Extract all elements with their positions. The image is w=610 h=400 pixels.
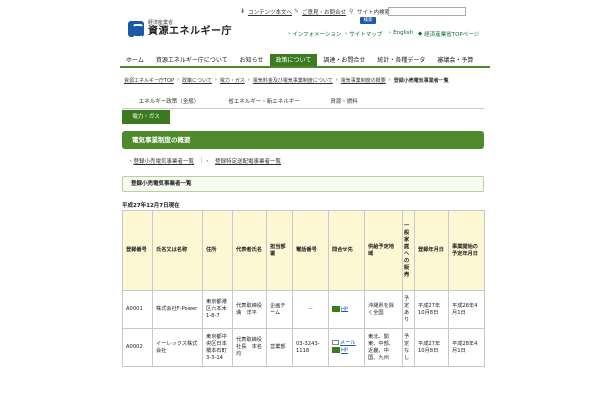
cell-household: 予定あり: [402, 290, 415, 329]
down-arrow-icon: ⬇: [240, 8, 246, 15]
mail-icon: [332, 340, 339, 346]
cell-area: 東北、関東、中部、近畿、中国、九州: [364, 328, 403, 367]
section-links: ・ 登録小売電気事業者一覧 ｜・ 登録特定送配電事業者一覧: [128, 157, 282, 165]
column-header: 電話番号: [292, 210, 329, 291]
cell-contact: メール HP: [328, 328, 365, 367]
section-title: 電気事業制度の概要: [122, 131, 484, 149]
cell-representative: 代表取締役 満 洋平: [232, 290, 267, 329]
nav-about[interactable]: 資源エネルギー庁について: [150, 54, 234, 66]
site-header: 経済産業省 資源エネルギー庁 ⬇ コンテンツ本文へ ✎ ご意見・お問合せ ⚲ サ…: [0, 0, 610, 50]
subnav-information[interactable]: › インフォメーション: [288, 30, 341, 38]
cell-phone: 03-3243-1118: [292, 328, 329, 367]
cell-address: 東京都中央区日本橋本石町3-3-14: [202, 328, 233, 367]
tab-energy-policy[interactable]: エネルギー政策（全般）: [126, 96, 212, 108]
meti-logo-icon: ◆: [418, 31, 423, 37]
nav-policy[interactable]: 政策について: [269, 54, 318, 66]
cell-reg-no: A0001: [122, 290, 153, 329]
breadcrumb-item[interactable]: 電気事業制度の概要: [341, 77, 386, 84]
breadcrumb: 資源エネルギー庁TOP › 政策について › 電力・ガス › 電気料金及び電気事業制度…: [124, 77, 449, 84]
link-retail-registry[interactable]: 登録小売電気事業者一覧: [134, 157, 195, 165]
registry-table: 登録番号 氏名又は名称 住所 代表者氏名 担当部署 電話番号 問合せ先 供給予定…: [122, 210, 485, 367]
column-header: 問合せ先: [328, 210, 365, 291]
tab-resources-fuel[interactable]: 資源・燃料: [318, 96, 370, 108]
tab-electricity-gas[interactable]: 電力・ガス: [122, 110, 170, 124]
column-header: 担当部署: [266, 210, 293, 291]
nav-home[interactable]: ホーム: [120, 54, 150, 66]
cell-address: 東京都港区六本木1-8-7: [202, 290, 233, 329]
as-of-date: 平成27年12月7日現在: [122, 203, 180, 209]
nav-statistics[interactable]: 統計・各種データ: [371, 54, 431, 66]
table-header-row: 登録番号 氏名又は名称 住所 代表者氏名 担当部署 電話番号 問合せ先 供給予定…: [122, 210, 485, 291]
column-header: 住所: [202, 210, 233, 291]
homepage-icon: [332, 305, 340, 312]
search-icon: ⚲: [349, 8, 354, 15]
table-row: A0002 イーレックス株式会社 東京都中央区日本橋本石町3-3-14 代表取締…: [122, 328, 485, 367]
logo-title: 資源エネルギー庁: [148, 26, 232, 37]
cell-reg-date: 平成27年10月8日: [414, 328, 449, 367]
table-row: A0001 株式会社F-Power 東京都港区六本木1-8-7 代表取締役 満 …: [122, 290, 485, 329]
column-header: 供給予定地域: [364, 210, 403, 291]
cell-department: 企画チーム: [266, 290, 293, 329]
homepage-link[interactable]: HP: [332, 347, 348, 355]
cell-name: 株式会社F-Power: [152, 290, 203, 329]
subnav-meti-top[interactable]: ◆ 経済産業省TOPページ: [418, 30, 479, 38]
subnav-english[interactable]: › English: [389, 30, 413, 36]
cell-contact: HP: [328, 290, 365, 329]
column-header: 氏名又は名称: [152, 210, 203, 291]
breadcrumb-item[interactable]: 資源エネルギー庁TOP: [124, 77, 174, 84]
cell-start-date: 平成28年4月1日: [448, 328, 485, 367]
search-input[interactable]: [388, 7, 466, 16]
category-tabs: エネルギー政策（全般） 省エネルギー・新エネルギー 資源・燃料 電力・ガス: [122, 96, 484, 126]
breadcrumb-item[interactable]: 電力・ガス: [220, 77, 245, 84]
nav-procurement[interactable]: 調達・お問合せ: [317, 54, 371, 66]
cell-department: 営業部: [266, 328, 293, 367]
breadcrumb-item[interactable]: 電気料金及び電気事業制度について: [253, 77, 333, 84]
column-header: 代表者氏名: [232, 210, 267, 291]
column-header: 一般家庭への販売: [402, 210, 415, 291]
breadcrumb-current: 登録小売電気事業者一覧: [393, 78, 449, 84]
opinion-link[interactable]: ✎ ご意見・お問合せ: [294, 8, 346, 17]
agency-logo-icon: [128, 21, 144, 38]
nav-council[interactable]: 審議会・予算: [431, 54, 479, 66]
site-logo[interactable]: 経済産業省 資源エネルギー庁: [128, 20, 232, 38]
site-search-label: ⚲ サイト内検索: [349, 8, 391, 17]
cell-representative: 代表取締役社長 本名 均: [232, 328, 267, 367]
cell-start-date: 平成28年4月1日: [448, 290, 485, 329]
nav-news[interactable]: お知らせ: [234, 54, 270, 66]
homepage-link[interactable]: HP: [332, 305, 348, 314]
homepage-icon: [332, 347, 340, 354]
cell-household: 予定なし: [402, 328, 415, 367]
main-navigation: ホーム 資源エネルギー庁について お知らせ 政策について 調達・お問合せ 統計・…: [120, 54, 490, 68]
breadcrumb-item[interactable]: 政策について: [182, 77, 212, 84]
column-header: 事業開始の予定年月日: [448, 210, 485, 291]
cell-reg-date: 平成27年10月8日: [414, 290, 449, 329]
mail-link[interactable]: メール: [332, 340, 361, 347]
cell-area: 沖縄県を除く全国: [364, 290, 403, 329]
link-specified-registry[interactable]: 登録特定送配電事業者一覧: [215, 157, 281, 165]
search-button[interactable]: 検索: [360, 17, 376, 24]
pencil-icon: ✎: [294, 8, 300, 15]
cell-phone: －: [292, 290, 329, 329]
tab-energy-saving[interactable]: 省エネルギー・新エネルギー: [216, 96, 312, 108]
registry-title: 登録小売電気事業者一覧: [122, 176, 484, 192]
skip-to-content-link[interactable]: ⬇ コンテンツ本文へ: [240, 8, 292, 17]
cell-name: イーレックス株式会社: [152, 328, 203, 367]
subnav-sitemap[interactable]: › サイトマップ: [345, 30, 382, 38]
column-header: 登録番号: [122, 210, 153, 291]
cell-reg-no: A0002: [122, 328, 153, 367]
column-header: 登録年月日: [414, 210, 449, 291]
